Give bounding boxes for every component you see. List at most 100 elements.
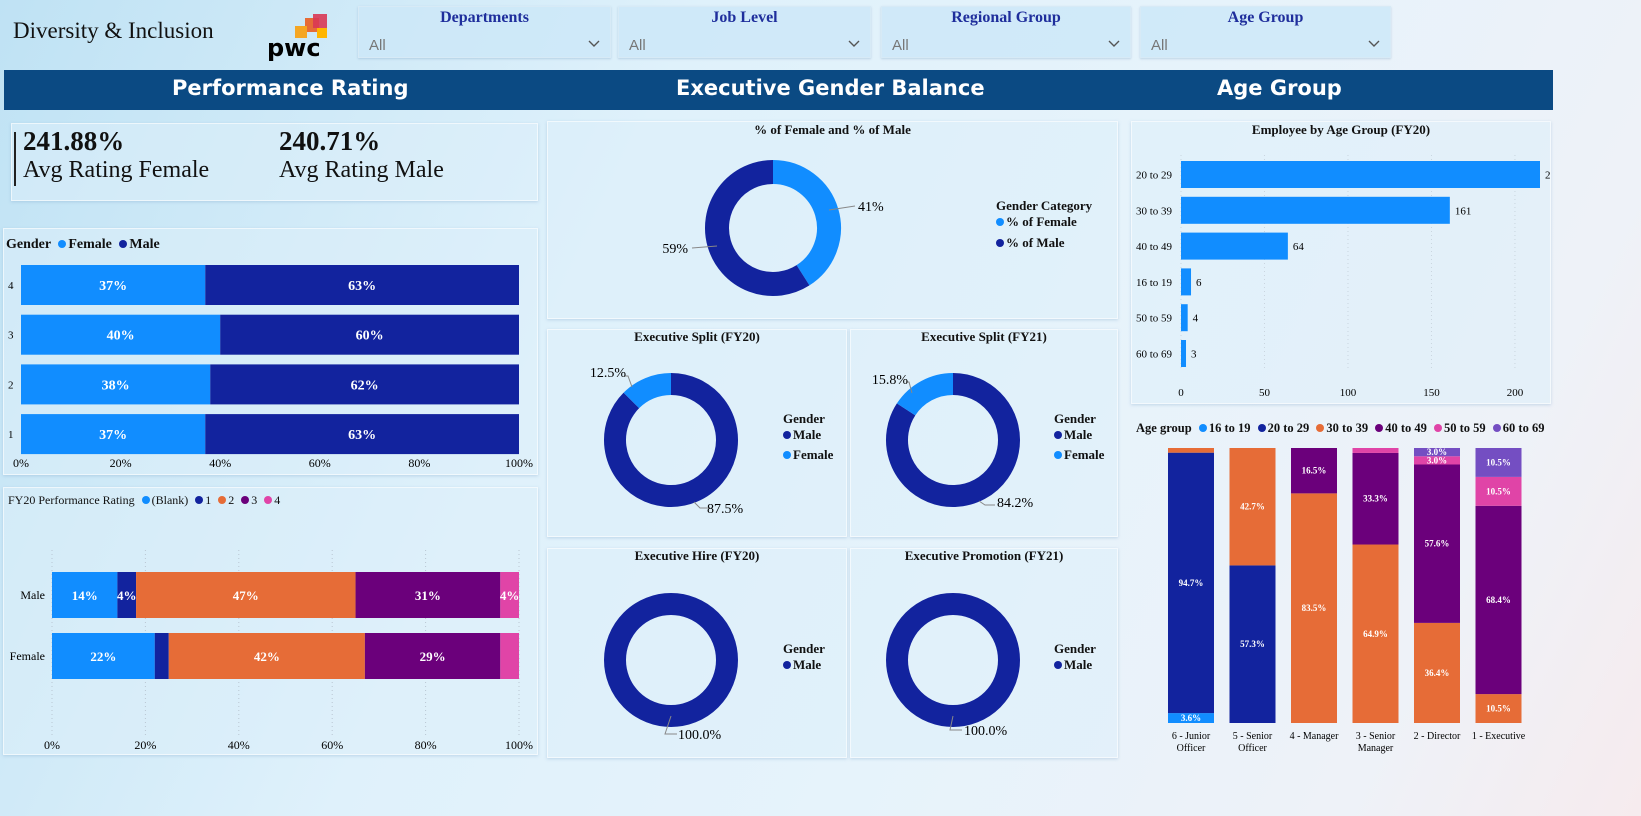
data-label: 40% [107, 329, 135, 344]
data-label: 87.5% [707, 502, 744, 517]
tick-label: 80% [408, 456, 430, 470]
data-label: 37% [99, 279, 127, 294]
data-label: 4% [117, 588, 137, 603]
chart-title: Employee by Age Group (FY20) [1251, 122, 1431, 137]
fy20-performance-chart: Male 14% 4% 47% 31% 4% Female 22% 42% 29% 0% 20% 40%… [10, 550, 533, 752]
data-label: 63% [348, 279, 376, 294]
data-label: 64.9% [1363, 629, 1388, 639]
data-label: 60% [356, 329, 384, 344]
chevron-down-icon[interactable] [848, 37, 860, 49]
tick-label: 20% [110, 456, 132, 470]
legend-dot-icon [141, 496, 150, 504]
slicer-age-group[interactable]: Age Group All [1140, 6, 1391, 58]
data-label: 22% [90, 649, 116, 664]
legend-dot-icon [195, 496, 204, 504]
data-label: 38% [102, 378, 130, 393]
tick-label: 40% [209, 456, 231, 470]
tick-label: 80% [415, 738, 437, 752]
data-label: 15.8% [872, 373, 909, 388]
category-label: 3 [8, 330, 14, 342]
legend-dot-icon [119, 240, 128, 248]
data-label: 41% [858, 200, 884, 215]
female-male-donut: 41% 59% [662, 160, 884, 296]
bar [1181, 340, 1187, 367]
kpi-male-value: 240.71% [279, 126, 381, 156]
donut-slice [896, 373, 954, 416]
data-label: 84.2% [997, 496, 1034, 511]
donut-slice [604, 593, 738, 727]
tick-label: 40% [228, 738, 250, 752]
data-label: 4% [500, 588, 520, 603]
data-label: 10.5% [1486, 457, 1511, 467]
tick-label: 0% [44, 738, 60, 752]
exec-split-fy20-donut: 87.5% 12.5% [590, 366, 744, 517]
kpi-male-label: Avg Rating Male [279, 157, 444, 183]
data-label: 12.5% [590, 366, 627, 381]
data-label: 6 [1196, 277, 1202, 289]
performance-legend: FY20 Performance Rating (Blank) 1 2 3 4 [8, 493, 281, 507]
slicer-regional-group[interactable]: Regional Group All [881, 6, 1131, 58]
data-label: 100.0% [964, 724, 1008, 739]
bar-segment [1352, 448, 1399, 453]
legend-dot-icon [58, 240, 67, 248]
bar [1181, 304, 1188, 332]
section-title-age: Age Group [1217, 76, 1342, 100]
data-label: 3.0% [1427, 447, 1447, 457]
category-label: 1 - Executive [1472, 731, 1526, 742]
tick-label: 100% [505, 738, 533, 752]
kpi-card: 241.88% Avg Rating Female 240.71% Avg Ra… [11, 123, 538, 201]
tick-label: 60% [309, 456, 331, 470]
slicer-value: All [629, 37, 646, 54]
bar [1181, 161, 1540, 188]
donut-slice [705, 160, 810, 296]
tick-label: 50 [1259, 387, 1271, 399]
legend-dot-icon [264, 496, 273, 504]
chevron-down-icon[interactable] [1368, 37, 1380, 49]
section-title-performance: Performance Rating [172, 76, 409, 100]
slicer-label: Regional Group [951, 9, 1061, 26]
exec-promo-donut: 100.0% [886, 593, 1020, 739]
category-label: 4 [8, 280, 14, 292]
data-label: 57.6% [1425, 539, 1450, 549]
tick-label: 150 [1423, 387, 1440, 399]
slicer-departments[interactable]: Departments All [358, 6, 611, 58]
gender-by-rating-chart: 4 37% 63% 3 40% 60% 2 38% 62% 1 37% 63% 0% 20% 40% 60% 8… [8, 265, 533, 470]
data-label: 29% [420, 649, 446, 664]
category-label: Female [10, 649, 45, 663]
data-label: 100.0% [678, 728, 722, 743]
data-label: 37% [99, 428, 127, 443]
kpi-female-label: Avg Rating Female [23, 157, 210, 183]
data-label: 59% [662, 242, 688, 257]
exec-split-fy20-legend: Gender Male Female [783, 411, 834, 462]
data-label: 4 [1193, 313, 1199, 325]
category-label: 20 to 29 [1136, 170, 1173, 182]
slicer-value: All [369, 37, 386, 54]
slicer-label: Job Level [711, 9, 778, 26]
exec-hire-donut: 100.0% [604, 593, 738, 743]
exec-split-fy21-donut: 84.2% 15.8% [872, 373, 1034, 511]
employee-by-age-chart: 20 to 2921530 to 3916140 to 496416 to 19… [1136, 155, 1551, 399]
data-label: 94.7% [1179, 578, 1204, 588]
data-label: 63% [348, 428, 376, 443]
exec-promo-legend: Gender Male [1054, 641, 1096, 672]
data-label: 31% [415, 588, 441, 603]
category-label: 40 to 49 [1136, 241, 1173, 253]
chevron-down-icon[interactable] [588, 37, 600, 49]
data-label: 57.3% [1240, 639, 1265, 649]
chart-title: Executive Hire (FY20) [634, 548, 760, 563]
slicer-job-level[interactable]: Job Level All [618, 6, 871, 58]
gender-legend: Gender Female Male [6, 237, 160, 252]
tick-label: 60% [321, 738, 343, 752]
chevron-down-icon[interactable] [1108, 37, 1120, 49]
section-banner: Performance Rating Executive Gender Bala… [4, 70, 1553, 110]
category-label: 2 - Director [1414, 731, 1461, 742]
bar-segment [154, 633, 169, 679]
tick-label: 100 [1340, 387, 1357, 399]
tick-label: 0 [1178, 387, 1184, 399]
category-label: 16 to 19 [1136, 277, 1173, 289]
data-label: 64 [1293, 241, 1305, 253]
data-label: 3.6% [1181, 713, 1201, 723]
donut-slice [886, 593, 1020, 727]
data-label: 215 [1545, 170, 1551, 182]
category-label: 6 - Junior Officer [1172, 731, 1211, 754]
